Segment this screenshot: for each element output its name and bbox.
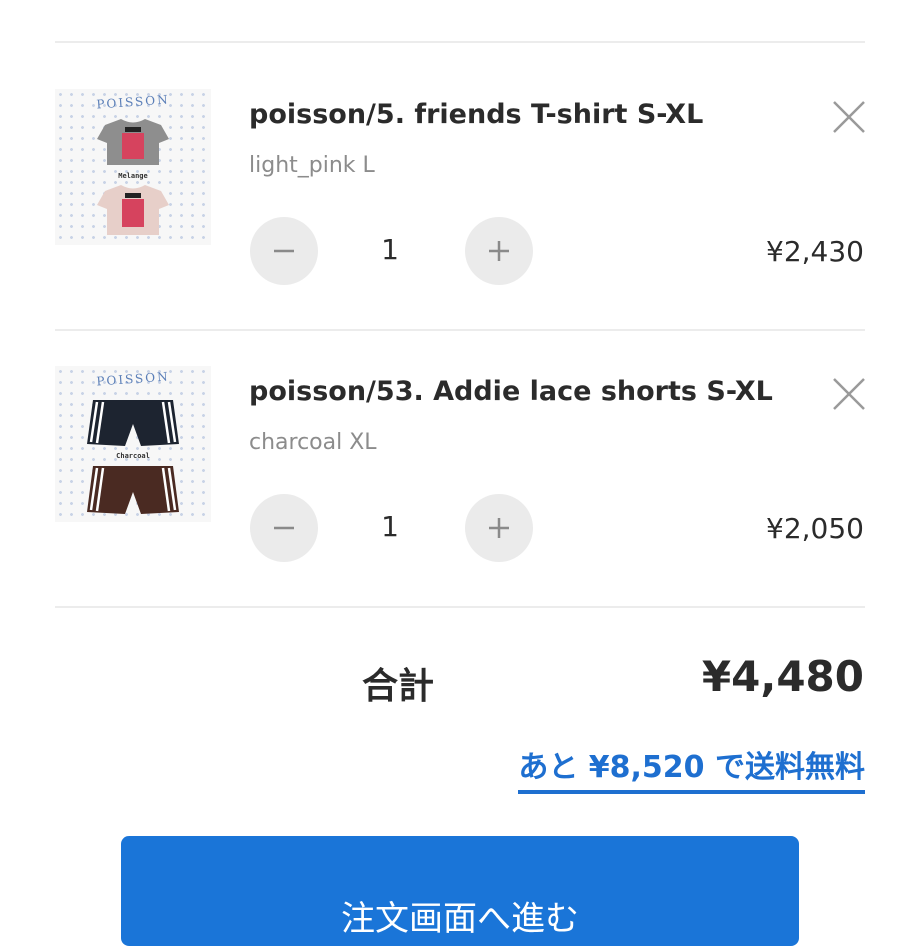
total-label: 合計 <box>362 666 435 707</box>
thumbnail-color-tag: Melange <box>118 172 148 180</box>
product-thumbnail[interactable]: POISSON Charcoal <box>55 366 211 522</box>
item-divider <box>55 329 865 331</box>
cart-item: POISSON Melange poisson/5. friends T-shi… <box>0 89 920 359</box>
close-icon <box>833 101 865 133</box>
plus-icon <box>489 518 509 538</box>
remove-item-button[interactable] <box>831 99 867 135</box>
plus-icon <box>489 241 509 261</box>
quantity-value: 1 <box>381 233 399 266</box>
shorts-image <box>87 400 179 514</box>
product-variant: light_pink L <box>249 153 375 178</box>
minus-icon <box>274 526 294 530</box>
item-price: ¥2,050 <box>766 512 864 545</box>
close-icon <box>833 378 865 410</box>
product-thumbnail[interactable]: POISSON Melange <box>55 89 211 245</box>
thumbnail-color-tag: Charcoal <box>116 452 150 460</box>
product-variant: charcoal XL <box>249 430 377 455</box>
total-value: ¥4,480 <box>701 652 864 701</box>
top-divider <box>55 41 865 43</box>
product-title[interactable]: poisson/53. Addie lace shorts S-XL <box>249 376 773 407</box>
item-price: ¥2,430 <box>766 235 864 268</box>
increase-quantity-button[interactable] <box>465 494 533 562</box>
decrease-quantity-button[interactable] <box>250 494 318 562</box>
summary-divider <box>55 606 865 608</box>
cart-item: POISSON Charcoal poisson/53. Addie lace … <box>0 366 920 636</box>
tshirt-image <box>97 119 169 235</box>
decrease-quantity-button[interactable] <box>250 217 318 285</box>
quantity-value: 1 <box>381 510 399 543</box>
checkout-button[interactable]: 注文画面へ進む <box>121 836 799 946</box>
free-shipping-link[interactable]: あと ¥8,520 で送料無料 <box>518 742 865 794</box>
increase-quantity-button[interactable] <box>465 217 533 285</box>
remove-item-button[interactable] <box>831 376 867 412</box>
minus-icon <box>274 249 294 253</box>
product-title[interactable]: poisson/5. friends T-shirt S-XL <box>249 99 703 130</box>
